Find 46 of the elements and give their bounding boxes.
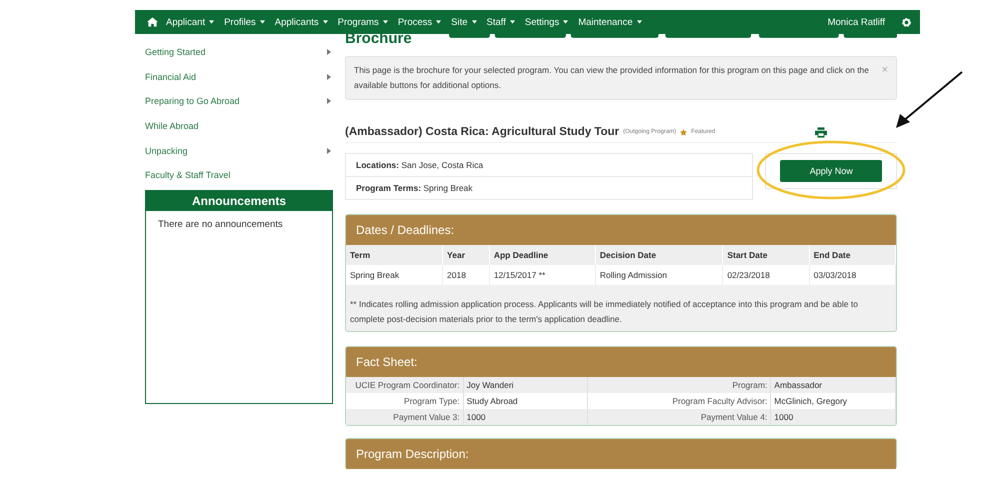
fact-value: 1000 xyxy=(770,409,896,425)
nav-menu[interactable]: Applicant xyxy=(166,16,214,28)
sidebar-item[interactable]: Unpacking xyxy=(145,138,333,163)
info-line: Locations: San Jose, Costa Rica xyxy=(346,154,752,177)
info-line: Program Terms: Spring Break xyxy=(355,182,474,195)
caret-icon xyxy=(327,74,331,80)
nav-menu[interactable]: Staff xyxy=(486,16,515,28)
home-icon[interactable] xyxy=(147,17,158,27)
caret-icon xyxy=(327,98,331,104)
nav-menu[interactable]: Applicants xyxy=(274,16,328,28)
sidebar-item[interactable]: Preparing to Go Abroad xyxy=(145,89,333,114)
panel-header: Program Description: xyxy=(346,439,896,469)
panel-header: Fact Sheet: xyxy=(346,347,896,377)
pointer-arrow xyxy=(894,70,964,130)
fact-value: 1000 xyxy=(463,409,588,425)
table-cell: Spring Break xyxy=(346,265,443,285)
sidebar-item[interactable]: While Abroad xyxy=(145,114,333,138)
sidebar-item[interactable]: Financial Aid xyxy=(145,64,333,90)
settings-icon[interactable] xyxy=(901,16,912,28)
caret-icon xyxy=(327,49,331,56)
star-icon xyxy=(680,128,688,136)
caret-icon xyxy=(327,148,331,154)
nav-menu[interactable]: Settings xyxy=(524,16,568,28)
user-name[interactable]: Monica Ratliff xyxy=(828,16,885,28)
apply-now-button[interactable]: Apply Now xyxy=(780,160,882,182)
table-cell: Rolling Admission xyxy=(595,265,723,285)
table-cell: 03/03/2018 xyxy=(809,265,896,285)
table-cell: 12/15/2017 ** xyxy=(489,265,596,285)
print-icon[interactable] xyxy=(815,126,827,138)
nav-menu[interactable]: Programs xyxy=(338,16,388,28)
nav-menu[interactable]: Site xyxy=(451,16,477,28)
panel-header: Announcements xyxy=(146,190,332,211)
nav-menu[interactable]: Process xyxy=(398,16,442,28)
sidebar-item[interactable]: Getting Started xyxy=(145,40,333,65)
nav-menu[interactable]: Maintenance xyxy=(578,16,642,28)
program-title: (Ambassador) Costa Rica: Agricultural Study Tour xyxy=(345,126,620,138)
panel-header: Dates / Deadlines: xyxy=(346,215,896,245)
table-cell: 02/23/2018 xyxy=(722,265,810,285)
table-cell: 2018 xyxy=(442,265,490,285)
footnote-text: ** Indicates rolling admission application process. Applicants will be immediately notified of acceptance into this program and be able to complete post-decision materials prior to the term's application deadline. xyxy=(350,299,858,324)
sidebar-item[interactable]: Faculty & Staff Travel xyxy=(145,162,333,188)
alert-text: This page is the brochure for your selected program. You can view the provided information for this program on this page and click on the available buttons for additional options. xyxy=(354,64,870,92)
announcement-text: There are no announcements xyxy=(157,218,284,232)
nav-menu[interactable]: Profiles xyxy=(224,16,265,28)
fact-label: Payment Value 4: xyxy=(588,409,771,425)
fact-label: Payment Value 3: xyxy=(346,409,464,425)
